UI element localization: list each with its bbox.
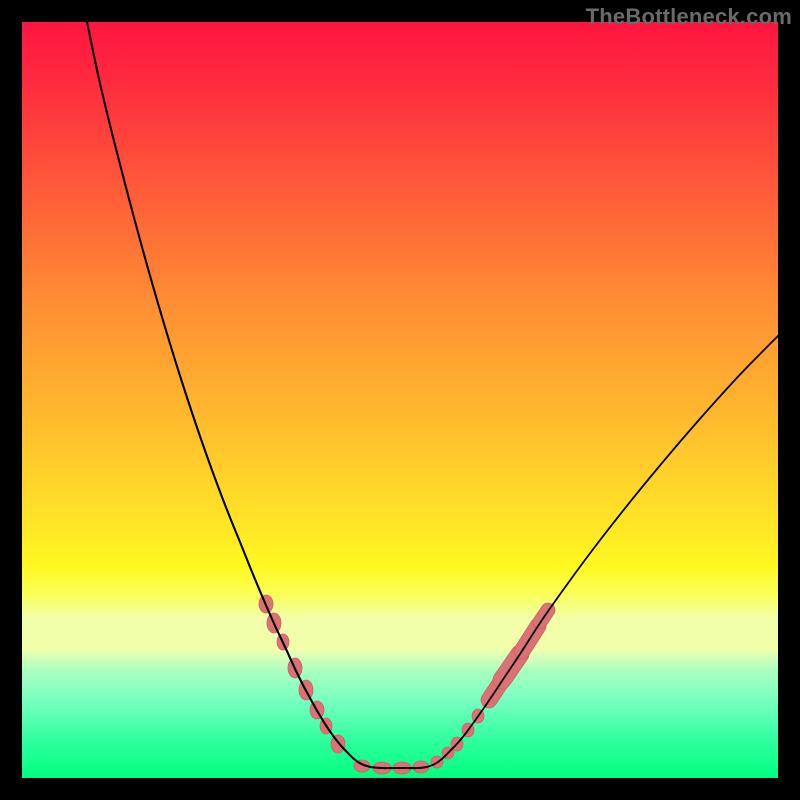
data-point-dot (331, 735, 345, 753)
chart-plot-area (22, 22, 778, 778)
curve-floor (370, 767, 427, 768)
bottleneck-curve-svg (22, 22, 778, 778)
curve-left-branch (87, 22, 370, 767)
curve-right-branch (427, 336, 778, 767)
watermark-text: TheBottleneck.com (586, 4, 792, 30)
